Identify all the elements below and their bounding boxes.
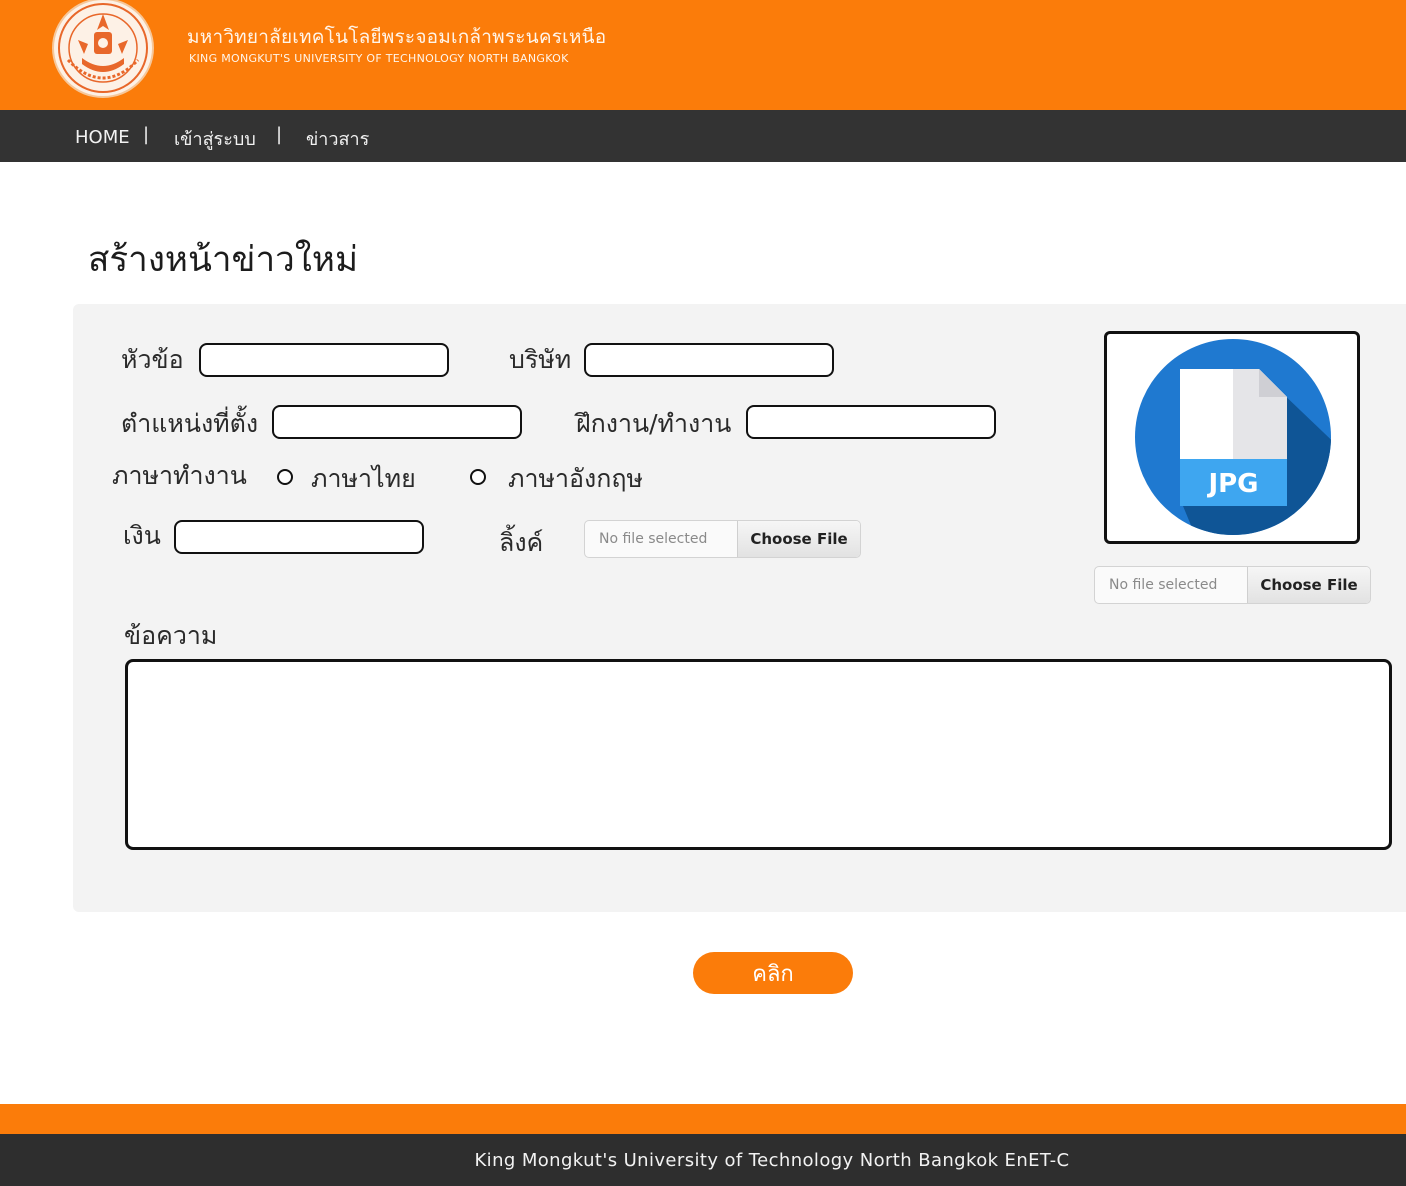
university-name-english: KING MONGKUT'S UNIVERSITY OF TECHNOLOGY …	[189, 52, 569, 65]
university-seal-icon[interactable]	[52, 0, 154, 98]
message-label: ข้อความ	[124, 621, 218, 650]
radio-thai[interactable]	[277, 469, 293, 485]
image-file-status: No file selected	[1109, 577, 1218, 593]
jpg-label: JPG	[1206, 469, 1258, 499]
job-type-input[interactable]	[746, 405, 996, 439]
company-input[interactable]	[584, 343, 834, 377]
image-file-input[interactable]: No file selected Choose File	[1094, 566, 1371, 604]
image-preview: JPG	[1104, 331, 1360, 544]
submit-button[interactable]: คลิก	[693, 952, 853, 994]
company-label: บริษัท	[509, 345, 572, 374]
location-label: ตำแหน่งที่ตั้ง	[121, 409, 259, 438]
money-input[interactable]	[174, 520, 424, 554]
nav-item-home[interactable]: HOME	[75, 127, 130, 148]
footer-accent-bar	[0, 1104, 1406, 1134]
link-label: ลิ้งค์	[499, 528, 544, 557]
main-nav: HOME | เข้าสู่ระบบ | ข่าวสาร	[0, 110, 1406, 162]
topic-input[interactable]	[199, 343, 449, 377]
language-label: ภาษาทำงาน	[112, 461, 247, 490]
location-input[interactable]	[272, 405, 522, 439]
radio-english-label[interactable]: ภาษาอังกฤษ	[508, 459, 643, 499]
footer-text: King Mongkut's University of Technology …	[474, 1150, 1070, 1171]
radio-thai-label[interactable]: ภาษาไทย	[311, 459, 416, 499]
image-choose-file-button[interactable]: Choose File	[1247, 567, 1370, 603]
topic-label: หัวข้อ	[121, 345, 184, 374]
link-file-status: No file selected	[599, 531, 708, 547]
jpg-file-icon: JPG	[1135, 339, 1331, 535]
job-type-label: ฝึกงาน/ทำงาน	[576, 409, 732, 438]
message-textarea[interactable]	[125, 659, 1392, 850]
radio-english[interactable]	[470, 469, 486, 485]
link-file-input[interactable]: No file selected Choose File	[584, 520, 861, 558]
link-choose-file-button[interactable]: Choose File	[737, 521, 860, 557]
money-label: เงิน	[123, 521, 161, 550]
nav-item-login[interactable]: เข้าสู่ระบบ	[174, 124, 256, 153]
site-header: มหาวิทยาลัยเทคโนโลยีพระจอมเกล้าพระนครเหน…	[0, 0, 1406, 110]
page-title: สร้างหน้าข่าวใหม่	[88, 240, 359, 280]
university-name-thai: มหาวิทยาลัยเทคโนโลยีพระจอมเกล้าพระนครเหน…	[187, 26, 607, 48]
nav-item-news[interactable]: ข่าวสาร	[306, 124, 369, 153]
nav-separator: |	[143, 124, 150, 145]
nav-separator: |	[276, 124, 283, 145]
